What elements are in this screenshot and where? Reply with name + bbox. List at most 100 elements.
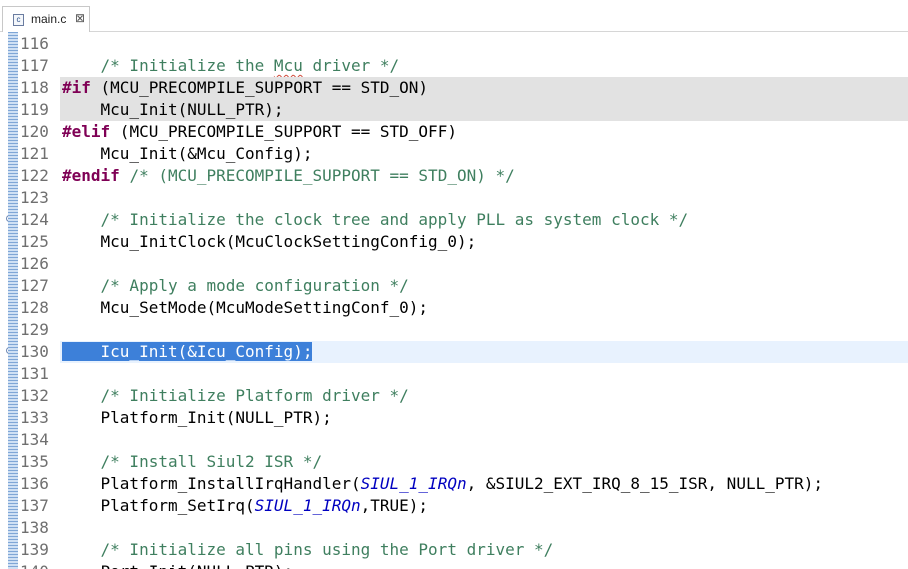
code-line[interactable]: 140 Port_Init(NULL_PTR); (0, 561, 908, 569)
code-token: #elif (62, 122, 111, 141)
code-line[interactable]: 133 Platform_Init(NULL_PTR); (0, 407, 908, 429)
code-line[interactable]: 118 #if (MCU_PRECOMPILE_SUPPORT == STD_ON… (0, 77, 908, 99)
code-token: /* Initialize the (100, 56, 274, 75)
line-number: 116 (20, 34, 49, 53)
code-token: (MCU_PRECOMPILE_SUPPORT == STD_ON) (90, 78, 429, 97)
code-text: #if (MCU_PRECOMPILE_SUPPORT == STD_ON) (62, 77, 428, 99)
line-number: 134 (20, 430, 49, 449)
line-number: 119 (20, 100, 49, 119)
code-text: Mcu_Init(&Mcu_Config); (62, 143, 313, 165)
code-line[interactable]: 126 (0, 253, 908, 275)
tab-main-c[interactable]: c main.c ⊠ (2, 6, 90, 32)
code-token: driver */ (302, 56, 400, 75)
code-line[interactable]: 124 /* Initialize the clock tree and app… (0, 209, 908, 231)
code-line[interactable]: 135 /* Install Siul2 ISR */ (0, 451, 908, 473)
line-number: 117 (20, 56, 49, 75)
code-token: /* Apply a mode configuration */ (100, 276, 409, 295)
code-text: /* Apply a mode configuration */ (62, 275, 409, 297)
code-token: Mcu_InitClock(McuClockSettingConfig_0); (62, 232, 477, 251)
code-text: Icu_Init(&Icu_Config); (62, 341, 313, 363)
code-line[interactable]: 120 #elif (MCU_PRECOMPILE_SUPPORT == STD_… (0, 121, 908, 143)
tab-title: main.c (31, 12, 67, 26)
code-line[interactable]: 131 (0, 363, 908, 385)
code-line[interactable]: 139 /* Initialize all pins using the Por… (0, 539, 908, 561)
line-number: 122 (20, 166, 49, 185)
line-number: 130 (20, 342, 49, 361)
code-token: Port_Init(NULL_PTR); (62, 562, 294, 569)
code-token: Platform_InstallIrqHandler( (62, 474, 361, 493)
line-number: 128 (20, 298, 49, 317)
code-text: /* Install Siul2 ISR */ (62, 451, 323, 473)
line-number: 123 (20, 188, 49, 207)
code-text: /* Initialize the Mcu driver */ (62, 55, 400, 77)
code-token: Mcu_SetMode(McuModeSettingConf_0); (62, 298, 429, 317)
code-token: /* (MCU_PRECOMPILE_SUPPORT == STD_ON) */ (129, 166, 515, 185)
code-token: ,TRUE); (360, 496, 429, 515)
code-line[interactable]: 130 Icu_Init(&Icu_Config); (0, 341, 908, 363)
code-token: , &SIUL2_EXT_IRQ_8_15_ISR, NULL_PTR); (466, 474, 824, 493)
code-token: #if (62, 78, 91, 97)
code-token: (MCU_PRECOMPILE_SUPPORT == STD_OFF) (110, 122, 457, 141)
code-token: Platform_Init(NULL_PTR); (62, 408, 332, 427)
code-text: #endif /* (MCU_PRECOMPILE_SUPPORT == STD… (62, 165, 515, 187)
code-line[interactable]: 117 /* Initialize the Mcu driver */ (0, 55, 908, 77)
code-line[interactable]: 132 /* Initialize Platform driver */ (0, 385, 908, 407)
code-line[interactable]: 128 Mcu_SetMode(McuModeSettingConf_0); (0, 297, 908, 319)
code-token: Mcu_Init(&Mcu_Config); (62, 144, 313, 163)
code-token: Icu_Init(&Icu_Config); (62, 342, 313, 361)
code-token: SIUL_1_IRQn (254, 496, 361, 515)
code-text: #elif (MCU_PRECOMPILE_SUPPORT == STD_OFF… (62, 121, 457, 143)
line-number: 138 (20, 518, 49, 537)
code-token: Mcu (273, 56, 303, 75)
line-number: 120 (20, 122, 49, 141)
code-text: Platform_SetIrq(SIUL_1_IRQn,TRUE); (62, 495, 429, 517)
code-token: SIUL_1_IRQn (360, 474, 467, 493)
code-text: Platform_Init(NULL_PTR); (62, 407, 332, 429)
code-line[interactable]: 125 Mcu_InitClock(McuClockSettingConfig_… (0, 231, 908, 253)
code-editor[interactable]: 116 117 /* Initialize the Mcu driver */11… (0, 32, 908, 569)
code-token: /* Initialize Platform driver */ (100, 386, 409, 405)
c-file-icon: c (13, 14, 24, 26)
change-overview-ruler[interactable] (8, 32, 18, 569)
code-line[interactable]: 138 (0, 517, 908, 539)
code-text: Platform_InstallIrqHandler(SIUL_1_IRQn, … (62, 473, 823, 495)
code-line[interactable]: 136 Platform_InstallIrqHandler(SIUL_1_IR… (0, 473, 908, 495)
code-line[interactable]: 127 /* Apply a mode configuration */ (0, 275, 908, 297)
code-line[interactable]: 121 Mcu_Init(&Mcu_Config); (0, 143, 908, 165)
code-text: /* Initialize the clock tree and apply P… (62, 209, 689, 231)
editor-tab-bar: c main.c ⊠ (0, 0, 908, 32)
line-number: 137 (20, 496, 49, 515)
code-text: /* Initialize Platform driver */ (62, 385, 409, 407)
line-number: 136 (20, 474, 49, 493)
line-number: 133 (20, 408, 49, 427)
line-number: 121 (20, 144, 49, 163)
code-text: Port_Init(NULL_PTR); (62, 561, 294, 569)
code-line[interactable]: 122 #endif /* (MCU_PRECOMPILE_SUPPORT == … (0, 165, 908, 187)
code-token: Mcu_Init(NULL_PTR); (62, 100, 284, 119)
code-line[interactable]: 123 (0, 187, 908, 209)
line-number: 127 (20, 276, 49, 295)
code-token: #endif (62, 166, 120, 185)
line-number: 129 (20, 320, 49, 339)
code-line[interactable]: 137 Platform_SetIrq(SIUL_1_IRQn,TRUE); (0, 495, 908, 517)
code-text: /* Initialize all pins using the Port dr… (62, 539, 554, 561)
line-number: 118 (20, 78, 49, 97)
line-number: 132 (20, 386, 49, 405)
code-token: /* Install Siul2 ISR */ (100, 452, 323, 471)
close-tab-icon[interactable]: ⊠ (75, 11, 85, 25)
code-line[interactable]: 129 (0, 319, 908, 341)
code-token: /* Initialize the clock tree and apply P… (100, 210, 689, 229)
code-token: /* Initialize all pins using the Port dr… (100, 540, 554, 559)
line-number: 139 (20, 540, 49, 559)
line-number: 131 (20, 364, 49, 383)
code-line[interactable]: 134 (0, 429, 908, 451)
line-number: 126 (20, 254, 49, 273)
code-text: Mcu_SetMode(McuModeSettingConf_0); (62, 297, 429, 319)
code-line[interactable]: 116 (0, 33, 908, 55)
code-line[interactable]: 119 Mcu_Init(NULL_PTR); (0, 99, 908, 121)
line-number: 124 (20, 210, 49, 229)
